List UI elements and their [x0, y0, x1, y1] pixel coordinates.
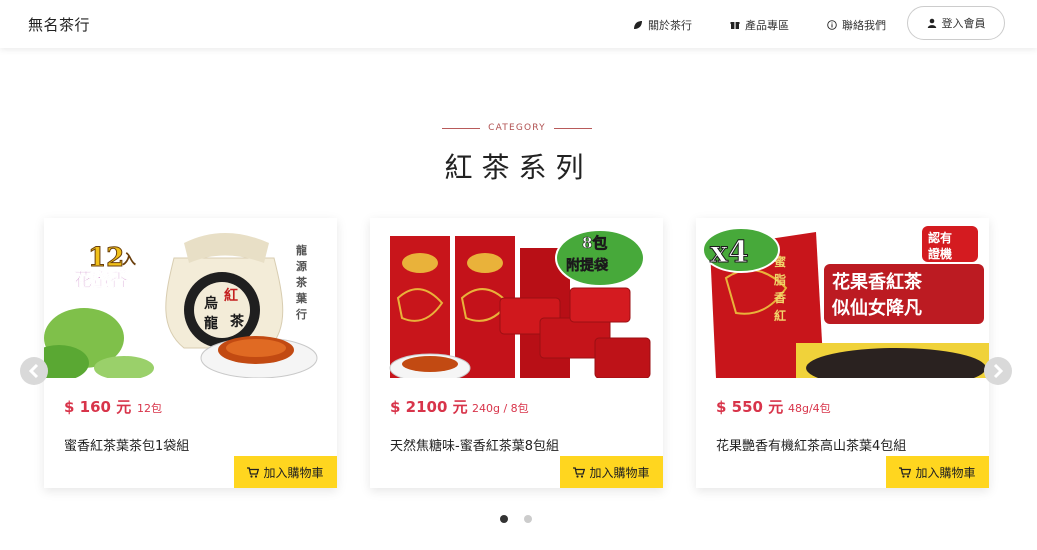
svg-text:葉: 葉: [295, 291, 308, 305]
nav-contact[interactable]: 聯絡我們: [827, 17, 886, 33]
svg-text:附提袋: 附提袋: [566, 257, 609, 274]
product-name[interactable]: 蜜香紅茶葉茶包1袋組: [64, 435, 189, 454]
product-card[interactable]: 蜜 脂 香 紅 x4 認有 證機 花果香紅茶 似仙女降凡 $ 550 元 48g…: [696, 218, 989, 488]
cart-icon: [573, 466, 586, 478]
nav-about-label: 關於茶行: [648, 19, 692, 32]
gift-icon: [730, 22, 740, 29]
svg-text:龍: 龍: [296, 243, 307, 257]
svg-text:入: 入: [122, 252, 136, 268]
divider-line: [442, 127, 481, 129]
svg-text:x4: x4: [710, 235, 749, 270]
svg-text:茶: 茶: [295, 275, 308, 289]
svg-text:似仙女降凡: 似仙女降凡: [831, 297, 922, 319]
svg-text:行: 行: [295, 307, 307, 321]
brand-logo[interactable]: 無名茶行: [28, 14, 90, 35]
leaf-icon: [634, 21, 642, 29]
product-card[interactable]: 8包 附提袋 $ 2100 元 240g / 8包 天然焦糖味-蜜香紅茶葉8包組…: [370, 218, 663, 488]
product-unit: 240g / 8包: [472, 402, 529, 415]
login-label: 登入會員: [941, 17, 986, 30]
eyebrow-text: CATEGORY: [488, 123, 546, 133]
add-to-cart-label: 加入購物車: [263, 465, 324, 480]
svg-text:茶: 茶: [229, 313, 245, 330]
cart-icon: [899, 466, 912, 478]
svg-text:脂: 脂: [773, 272, 786, 287]
carousel-dot[interactable]: [524, 515, 532, 523]
carousel-dot-active[interactable]: [500, 515, 508, 523]
svg-text:花蜜香: 花蜜香: [74, 269, 129, 291]
svg-text:證機: 證機: [928, 246, 952, 261]
carousel-next-button[interactable]: [984, 357, 1012, 385]
svg-text:紅: 紅: [224, 287, 238, 304]
product-name[interactable]: 花果艷香有機紅茶高山茶葉4包組: [716, 435, 906, 454]
product-name[interactable]: 天然焦糖味-蜜香紅茶葉8包組: [390, 435, 559, 454]
product-image[interactable]: 8包 附提袋: [370, 218, 663, 378]
product-image[interactable]: 烏 紅 龍 茶 龍 源 茶 葉 行 12 入 花蜜香: [44, 218, 337, 378]
svg-text:紅: 紅: [774, 308, 786, 323]
nav-contact-label: 聯絡我們: [842, 19, 886, 32]
info-icon: [827, 20, 837, 30]
add-to-cart-button[interactable]: 加入購物車: [886, 456, 989, 488]
add-to-cart-label: 加入購物車: [915, 465, 976, 480]
nav-products[interactable]: 產品專區: [730, 17, 789, 33]
login-button[interactable]: 登入會員: [907, 6, 1005, 40]
svg-text:香: 香: [773, 290, 786, 305]
cart-icon: [247, 466, 260, 478]
product-price: $ 2100 元: [390, 398, 468, 416]
svg-text:龍: 龍: [204, 315, 218, 332]
product-image[interactable]: 蜜 脂 香 紅 x4 認有 證機 花果香紅茶 似仙女降凡: [696, 218, 989, 378]
nav-products-label: 產品專區: [745, 19, 789, 32]
svg-text:認有: 認有: [928, 230, 952, 245]
add-to-cart-button[interactable]: 加入購物車: [234, 456, 337, 488]
carousel-pagination: [500, 515, 532, 523]
navbar: 無名茶行 關於茶行 產品專區 聯絡我們 登入會員: [0, 0, 1037, 48]
svg-text:8包: 8包: [582, 234, 607, 252]
carousel-prev-button[interactable]: [20, 357, 48, 385]
svg-text:12: 12: [88, 243, 124, 273]
add-to-cart-label: 加入購物車: [589, 465, 650, 480]
svg-text:烏: 烏: [204, 295, 218, 312]
product-card[interactable]: 烏 紅 龍 茶 龍 源 茶 葉 行 12 入 花蜜香 $ 160 元 12包 蜜…: [44, 218, 337, 488]
nav-about[interactable]: 關於茶行: [633, 17, 692, 33]
product-price: $ 550 元: [716, 398, 784, 416]
section-title: 紅茶系列: [444, 151, 593, 184]
chevron-right-icon: [993, 364, 1004, 378]
chevron-left-icon: [28, 364, 39, 378]
product-unit: 48g/4包: [788, 402, 831, 415]
svg-text:花果香紅茶: 花果香紅茶: [832, 271, 923, 293]
section-eyebrow: CATEGORY: [437, 122, 597, 134]
user-icon: [927, 18, 936, 28]
product-unit: 12包: [137, 402, 162, 415]
product-price: $ 160 元: [64, 398, 132, 416]
add-to-cart-button[interactable]: 加入購物車: [560, 456, 663, 488]
divider-line: [553, 127, 592, 129]
svg-text:源: 源: [296, 259, 307, 273]
